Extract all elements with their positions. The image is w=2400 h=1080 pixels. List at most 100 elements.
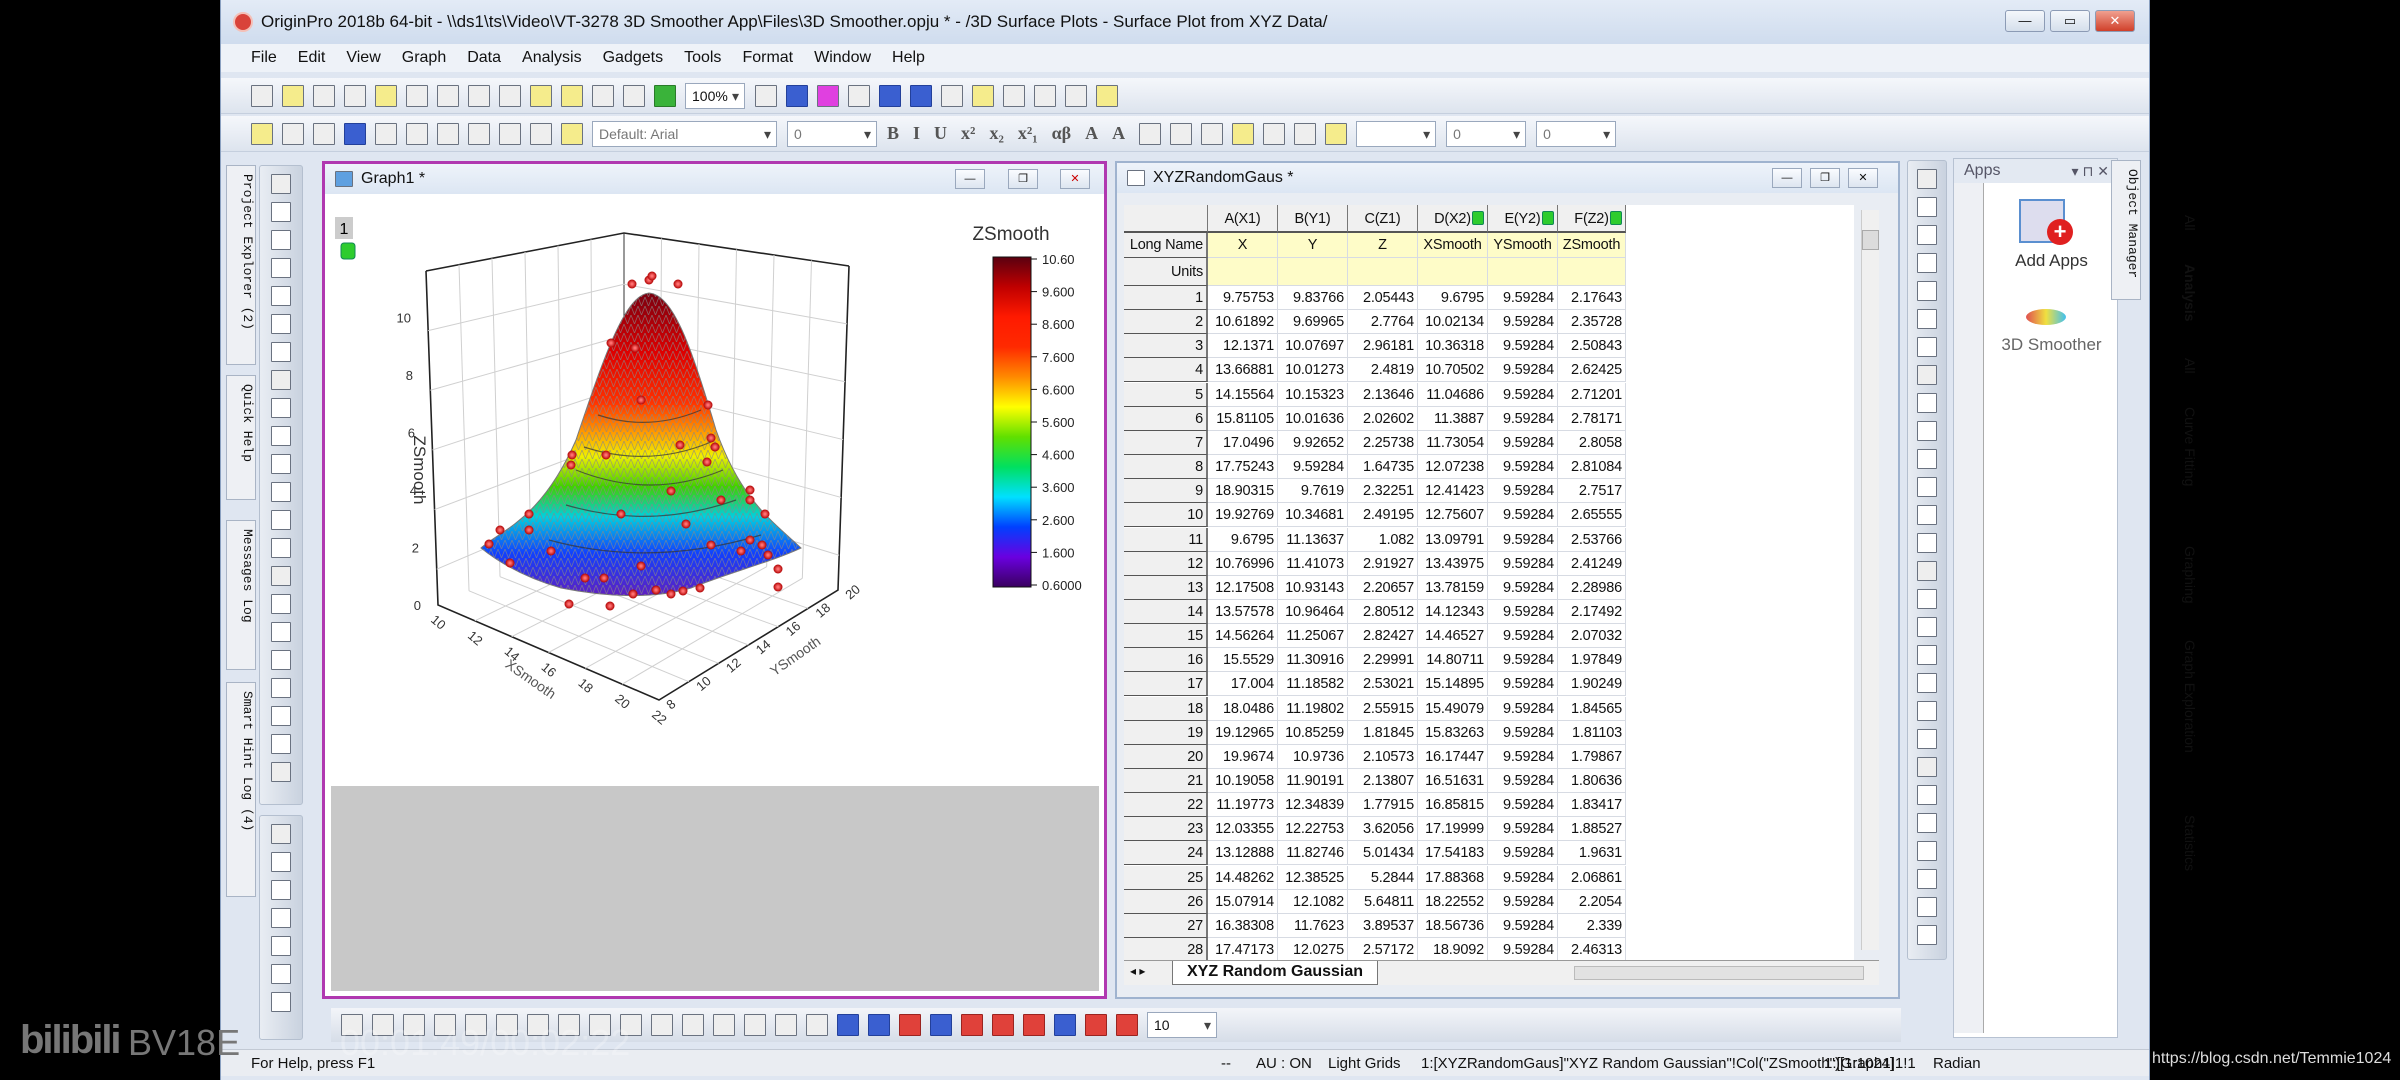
table-cell[interactable]: 2.71201 [1558,382,1626,407]
units-cell[interactable] [1278,258,1348,286]
table-cell[interactable]: 9.69965 [1278,310,1348,335]
table-cell[interactable]: 13.09791 [1418,527,1488,552]
table-cell[interactable]: 2.7764 [1348,310,1418,335]
table-cell[interactable]: 9.6795 [1208,527,1278,552]
table-cell[interactable]: 9.59284 [1488,334,1558,359]
table-cell[interactable]: 2.46313 [1558,938,1626,963]
sheet-nav-arrows[interactable]: ◂ ▸ [1130,964,1145,978]
3d-scatter-icon[interactable] [837,1014,859,1036]
table-cell[interactable]: 18.56736 [1418,913,1488,938]
apps-tab-all[interactable]: All [2178,358,2198,407]
apps-tab-graphing[interactable]: Graphing [2178,546,2198,640]
table-cell[interactable]: 9.59284 [1488,841,1558,866]
tool-21-icon[interactable] [1917,757,1937,777]
table-cell[interactable]: 2.02602 [1348,406,1418,431]
lock-icon[interactable] [1472,211,1484,225]
table-cell[interactable]: 2.10573 [1348,744,1418,769]
table-cell[interactable]: 14.80711 [1418,648,1488,673]
table-cell[interactable]: 11.19802 [1278,696,1348,721]
table-cell[interactable]: 9.59284 [1488,479,1558,504]
tool-23-icon[interactable] [1917,813,1937,833]
table-cell[interactable]: 13.43975 [1418,551,1488,576]
table-cell[interactable]: 2.32251 [1348,479,1418,504]
row-header[interactable]: 16 [1124,648,1208,673]
table-cell[interactable]: 10.9736 [1278,744,1348,769]
table-cell[interactable]: 12.07238 [1418,455,1488,480]
table-cell[interactable]: 10.70502 [1418,358,1488,383]
table-cell[interactable]: 9.59284 [1488,696,1558,721]
table-cell[interactable]: 19.12965 [1208,720,1278,745]
table-cell[interactable]: 14.48262 [1208,865,1278,890]
row-header[interactable]: 19 [1124,720,1208,745]
table-cell[interactable]: 15.14895 [1418,672,1488,697]
table-cell[interactable]: 1.84565 [1558,696,1626,721]
table-cell[interactable]: 11.73054 [1418,430,1488,455]
units-cell[interactable] [1558,258,1626,286]
table-cell[interactable]: 19.9674 [1208,744,1278,769]
row-header[interactable]: 27 [1124,913,1208,938]
table-cell[interactable]: 10.85259 [1278,720,1348,745]
table-cell[interactable]: 9.59284 [1488,551,1558,576]
table-cell[interactable]: 2.06861 [1558,865,1626,890]
table-cell[interactable]: 2.17643 [1558,286,1626,310]
lock-icon[interactable] [1610,211,1622,225]
table-cell[interactable]: 1.80636 [1558,769,1626,793]
units-cell[interactable] [1418,258,1488,286]
table-cell[interactable]: 9.59284 [1488,672,1558,697]
lock-icon[interactable] [340,242,356,260]
row-header[interactable]: 21 [1124,769,1208,793]
table-cell[interactable]: 11.13637 [1278,527,1348,552]
table-cell[interactable]: 9.92652 [1278,430,1348,455]
table-cell[interactable]: 18.0486 [1208,696,1278,721]
table-cell[interactable]: 9.59284 [1488,648,1558,673]
table-cell[interactable]: 10.36318 [1418,334,1488,359]
table-cell[interactable]: 2.05443 [1348,286,1418,310]
tool-14-icon[interactable] [1917,561,1937,581]
table-cell[interactable]: 9.59284 [1488,889,1558,914]
table-cell[interactable]: 9.59284 [1488,406,1558,431]
worksheet-titlebar[interactable]: XYZRandomGaus * — ❐ ✕ [1117,163,1898,193]
table-cell[interactable]: 17.004 [1208,672,1278,697]
table-cell[interactable]: 2.80512 [1348,599,1418,624]
corner-cell[interactable] [1124,205,1208,233]
table-cell[interactable]: 12.34839 [1278,793,1348,818]
table-cell[interactable]: 15.49079 [1418,696,1488,721]
apps-tab-statistics[interactable]: Statistics [2178,815,2198,927]
column-header[interactable]: C(Z1) [1348,205,1418,233]
table-cell[interactable]: 16.38308 [1208,913,1278,938]
table-cell[interactable]: 2.78171 [1558,406,1626,431]
apps-tab-all[interactable]: All [2178,215,2198,264]
table-cell[interactable]: 2.2054 [1558,889,1626,914]
table-cell[interactable]: 9.59284 [1488,913,1558,938]
row-header[interactable]: 3 [1124,334,1208,359]
table-cell[interactable]: 11.82746 [1278,841,1348,866]
table-cell[interactable]: 9.59284 [1488,938,1558,963]
row-header[interactable]: 4 [1124,358,1208,383]
table-cell[interactable]: 13.78159 [1418,575,1488,600]
table-cell[interactable]: 17.0496 [1208,430,1278,455]
table-cell[interactable]: 9.59284 [1488,382,1558,407]
horizontal-scrollbar[interactable] [1574,966,1864,980]
table-cell[interactable]: 17.19999 [1418,817,1488,842]
row-header[interactable]: 25 [1124,865,1208,890]
apps-tab-curve-fitting[interactable]: Curve Fitting [2178,407,2198,546]
table-cell[interactable]: 2.29991 [1348,648,1418,673]
3d-bar-icon[interactable] [651,1014,673,1036]
table-cell[interactable]: 9.59284 [1488,575,1558,600]
row-header[interactable]: 22 [1124,793,1208,818]
table-cell[interactable]: 2.65555 [1558,503,1626,528]
table-cell[interactable]: 12.41423 [1418,479,1488,504]
x-axis-icon[interactable] [1917,197,1937,217]
table-cell[interactable]: 12.0275 [1278,938,1348,963]
tool-7-icon[interactable] [1917,365,1937,385]
table-cell[interactable]: 9.59284 [1488,310,1558,335]
table-cell[interactable]: 2.339 [1558,913,1626,938]
3d-wire-icon[interactable] [1054,1014,1076,1036]
table-cell[interactable]: 11.3887 [1418,406,1488,431]
table-cell[interactable]: 17.47173 [1208,938,1278,963]
units-cell[interactable] [1208,258,1278,286]
z-axis-icon[interactable] [1917,253,1937,273]
vertical-scrollbar[interactable] [1861,210,1879,950]
table-cell[interactable]: 9.59284 [1488,527,1558,552]
table-cell[interactable]: 9.59284 [1488,430,1558,455]
